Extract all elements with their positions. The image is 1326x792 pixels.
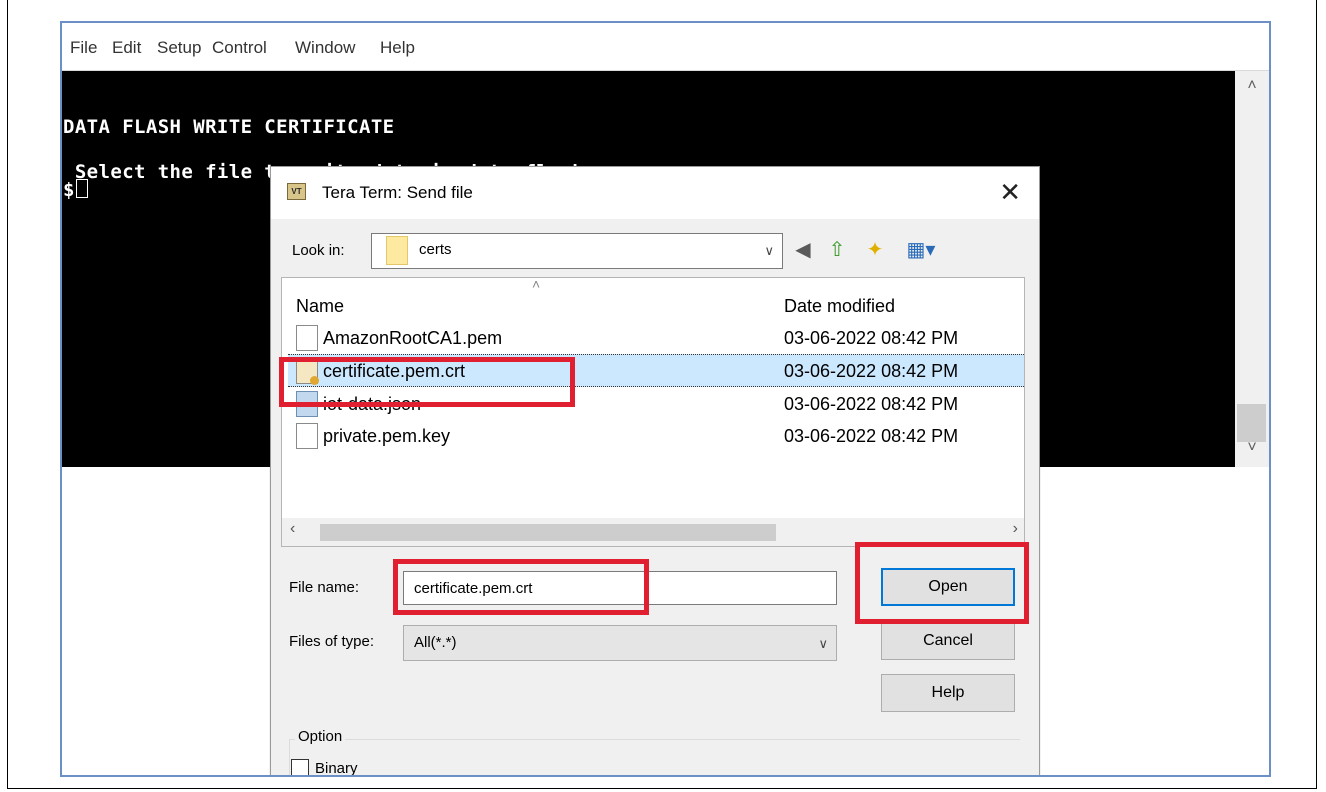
menu-edit[interactable]: Edit <box>112 38 141 58</box>
help-button[interactable]: Help <box>881 674 1015 712</box>
file-row-selected[interactable]: certificate.pem.crt 03-06-2022 08:42 PM <box>288 354 1024 387</box>
teraterm-window: File Edit Setup Control Window Help DATA… <box>60 21 1271 777</box>
sort-caret-icon: ˄ <box>532 277 541 292</box>
chevron-down-icon: ∨ <box>764 243 774 258</box>
file-name-value: certificate.pem.crt <box>414 580 533 597</box>
cancel-button[interactable]: Cancel <box>881 622 1015 660</box>
file-list-horizontal-scrollbar[interactable]: ‹ › <box>282 518 1024 546</box>
file-name: iot-data.json <box>323 394 422 414</box>
cursor-icon <box>75 179 88 198</box>
send-file-dialog: VT Tera Term: Send file ✕ Look in: certs… <box>270 166 1040 775</box>
file-date: 03-06-2022 08:42 PM <box>784 328 959 348</box>
option-label: Option <box>295 728 346 745</box>
file-name-input[interactable]: certificate.pem.crt <box>403 571 837 605</box>
back-icon[interactable]: ◀ <box>789 236 817 264</box>
menu-setup[interactable]: Setup <box>157 38 201 58</box>
file-name: private.pem.key <box>323 426 451 446</box>
open-button[interactable]: Open <box>881 568 1015 606</box>
file-icon <box>296 325 318 351</box>
terminal-line-title: DATA FLASH WRITE CERTIFICATE <box>63 116 395 138</box>
scroll-up-icon[interactable]: ˄ <box>1235 77 1269 105</box>
dialog-title: Tera Term: Send file <box>322 183 473 202</box>
folder-icon <box>386 236 408 265</box>
terminal-prompt: $ <box>63 179 88 201</box>
menu-help[interactable]: Help <box>380 38 415 58</box>
file-name: AmazonRootCA1.pem <box>323 328 503 348</box>
file-icon <box>296 423 318 449</box>
prompt-symbol: $ <box>63 179 75 201</box>
column-name-header[interactable]: Name <box>296 296 344 317</box>
menu-control[interactable]: Control <box>212 38 267 58</box>
look-in-value: certs <box>419 241 452 258</box>
json-file-icon <box>296 391 318 417</box>
scrollbar-thumb[interactable] <box>320 524 776 541</box>
new-folder-icon[interactable]: ✦ <box>861 236 889 264</box>
column-date-header[interactable]: Date modified <box>784 296 895 317</box>
binary-label[interactable]: Binary <box>315 760 358 775</box>
file-row[interactable]: AmazonRootCA1.pem 03-06-2022 08:42 PM <box>288 322 1024 355</box>
look-in-select[interactable]: certs ∨ <box>371 233 783 269</box>
files-of-type-value: All(*.*) <box>414 634 457 651</box>
view-menu-icon[interactable]: ▦▾ <box>901 236 941 264</box>
look-in-label: Look in: <box>292 242 345 259</box>
dialog-titlebar[interactable]: VT Tera Term: Send file ✕ <box>271 167 1039 219</box>
file-list[interactable]: ˄ Name Date modified AmazonRootCA1.pem 0… <box>281 277 1025 547</box>
file-date: 03-06-2022 08:42 PM <box>784 426 959 446</box>
up-folder-icon[interactable]: ⇧ <box>823 236 851 264</box>
file-date: 03-06-2022 08:42 PM <box>784 394 959 414</box>
option-group <box>289 739 1020 775</box>
scroll-left-icon[interactable]: ‹ <box>290 520 295 538</box>
binary-checkbox[interactable] <box>291 759 309 775</box>
menu-bar: File Edit Setup Control Window Help <box>62 23 1269 71</box>
certificate-icon <box>296 358 319 385</box>
scroll-right-icon[interactable]: › <box>1013 520 1018 538</box>
file-row[interactable]: iot-data.json 03-06-2022 08:42 PM <box>288 388 1024 421</box>
file-name: certificate.pem.crt <box>323 361 466 381</box>
terminal-vertical-scrollbar[interactable]: ˄ ˅ <box>1235 71 1269 467</box>
file-row[interactable]: private.pem.key 03-06-2022 08:42 PM <box>288 420 1024 453</box>
teraterm-icon: VT <box>287 183 306 200</box>
file-name-label: File name: <box>289 579 360 596</box>
menu-file[interactable]: File <box>70 38 97 58</box>
files-of-type-select[interactable]: All(*.*) ∨ <box>403 625 837 661</box>
scroll-down-icon[interactable]: ˅ <box>1235 439 1269 467</box>
menu-window[interactable]: Window <box>295 38 355 58</box>
file-date: 03-06-2022 08:42 PM <box>784 361 959 381</box>
scrollbar-thumb[interactable] <box>1237 404 1266 442</box>
files-of-type-label: Files of type: <box>289 633 375 650</box>
close-icon[interactable]: ✕ <box>999 177 1021 208</box>
chevron-down-icon: ∨ <box>818 636 828 651</box>
